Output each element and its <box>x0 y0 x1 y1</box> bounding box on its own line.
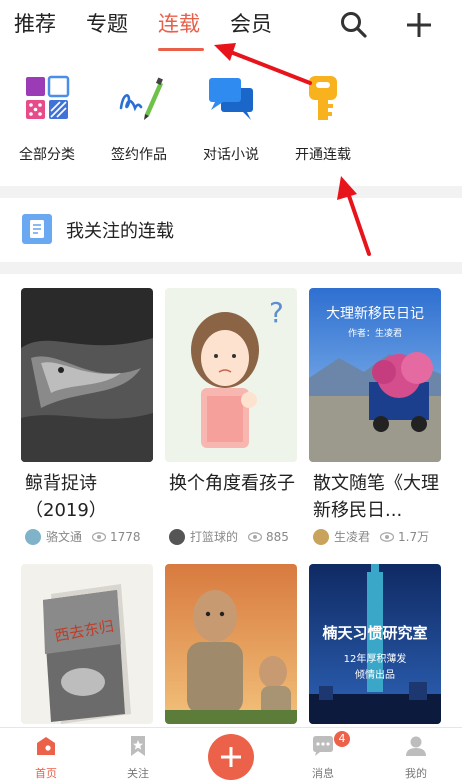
serial-card[interactable]: 大理新移民日记 作者：生凌君 散文随笔《大理新移民日... 生凌君 1.7万 <box>309 288 441 545</box>
signature-pen-icon <box>119 77 163 120</box>
plus-icon <box>221 747 241 767</box>
bottom-nav-follow[interactable]: 关注 <box>108 734 168 781</box>
cover-image: 楠天习惯研究室 12年厚积薄发 倾情出品 <box>309 564 441 724</box>
author-name: 骆文通 <box>46 530 83 544</box>
avatar <box>313 528 329 545</box>
bottom-nav-home[interactable]: 首页 <box>16 734 76 781</box>
tab-member[interactable]: 会员 <box>230 10 272 38</box>
view-count: 1778 <box>110 529 141 544</box>
serial-card[interactable]: 楠天习惯研究室 12年厚积薄发 倾情出品 <box>309 564 441 724</box>
section-divider <box>0 186 462 198</box>
eye-icon <box>380 531 395 542</box>
cover-subtitle: 12年厚积薄发 <box>344 652 407 665</box>
card-title: 散文随笔《大理新移民日... <box>313 473 439 521</box>
bottom-nav-me[interactable]: 我的 <box>386 734 446 781</box>
eye-icon <box>92 531 107 542</box>
section-title: 我关注的连载 <box>66 221 174 242</box>
card-title: 鲸背捉诗（2019） <box>25 473 107 521</box>
bookmark-icon <box>131 736 145 756</box>
serial-card[interactable] <box>165 564 297 724</box>
message-icon <box>313 736 333 756</box>
document-icon <box>22 214 52 244</box>
notification-badge: 4 <box>334 731 350 747</box>
tab-topics[interactable]: 专题 <box>86 10 128 38</box>
card-meta: 骆文通 1778 <box>21 528 153 545</box>
cover-subtitle: 倾情出品 <box>355 668 395 681</box>
grid-icon <box>26 75 70 119</box>
followed-serials-header[interactable]: 我关注的连载 <box>0 198 462 262</box>
category-label: 开通连载 <box>295 147 351 163</box>
card-meta: 打篮球的 885 <box>165 528 297 545</box>
category-label: 对话小说 <box>203 147 259 163</box>
active-tab-indicator <box>158 48 204 51</box>
search-icon[interactable] <box>339 10 369 40</box>
annotation-arrow <box>214 43 312 85</box>
view-count: 885 <box>266 529 289 544</box>
cover-image <box>165 564 297 724</box>
svg-text:?: ? <box>269 296 284 329</box>
card-meta: 生凌君 1.7万 <box>309 528 441 545</box>
category-signed[interactable]: 签约作品 <box>94 74 184 164</box>
avatar <box>25 528 41 545</box>
bottom-nav-label: 我的 <box>405 767 427 780</box>
view-count: 1.7万 <box>398 530 430 544</box>
bottom-nav-label: 首页 <box>35 767 57 780</box>
bottom-nav-label: 消息 <box>312 767 334 780</box>
create-button[interactable] <box>208 734 254 780</box>
user-icon <box>406 736 426 756</box>
cover-image <box>21 288 153 462</box>
bottom-nav-label: 关注 <box>127 767 149 780</box>
tab-recommend[interactable]: 推荐 <box>14 10 56 38</box>
avatar <box>169 528 185 545</box>
author-name: 打篮球的 <box>190 530 239 544</box>
cover-image: 西去东归 <box>21 564 153 724</box>
category-label: 全部分类 <box>19 147 75 163</box>
cover-image: ? <box>165 288 297 462</box>
eye-icon <box>248 531 263 542</box>
bottom-nav: 首页 关注 消息 4 我的 <box>0 727 462 783</box>
cover-title: 楠天习惯研究室 <box>322 624 427 642</box>
serial-card[interactable]: 西去东归 <box>21 564 153 724</box>
category-all[interactable]: 全部分类 <box>2 74 92 164</box>
category-label: 签约作品 <box>111 147 167 163</box>
cover-subtitle: 作者：生凌君 <box>348 327 402 339</box>
author-name: 生凌君 <box>334 530 371 544</box>
cover-image: 大理新移民日记 作者：生凌君 <box>309 288 441 462</box>
tab-serial[interactable]: 连载 <box>158 10 200 38</box>
serial-card[interactable]: ? 换个角度看孩子 打篮球的 885 <box>165 288 297 545</box>
cover-title: 大理新移民日记 <box>326 306 424 322</box>
section-divider <box>0 262 462 274</box>
serial-card[interactable]: 鲸背捉诗（2019） 骆文通 1778 <box>21 288 153 545</box>
card-title: 换个角度看孩子 <box>169 473 295 494</box>
annotation-arrow <box>337 176 371 256</box>
plus-icon[interactable] <box>404 10 434 40</box>
home-icon <box>37 737 55 755</box>
